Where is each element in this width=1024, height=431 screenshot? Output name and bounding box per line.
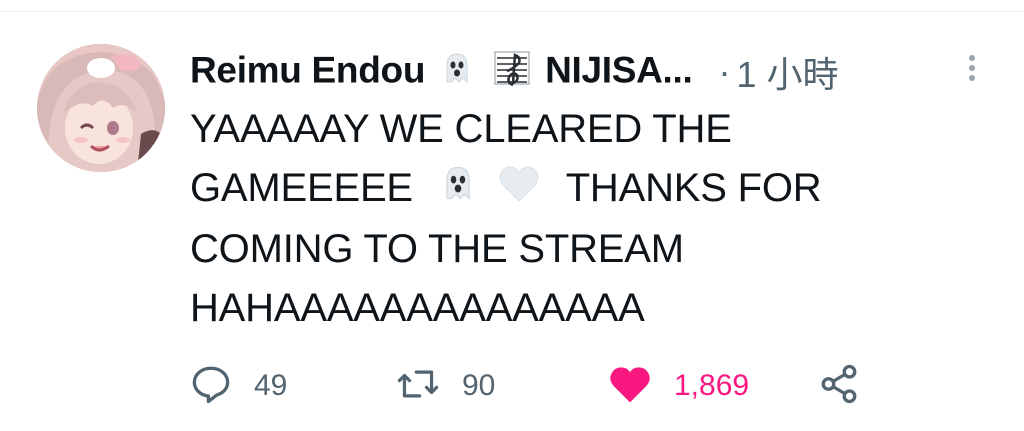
separator-dot: · [718, 51, 731, 92]
avatar[interactable] [37, 44, 165, 172]
like-button[interactable]: 1,869 [608, 360, 749, 412]
heart-filled-icon [608, 363, 652, 410]
ghost-emoji-icon [438, 161, 478, 220]
retweet-button[interactable]: 90 [396, 360, 495, 412]
share-icon [818, 363, 860, 410]
author-name[interactable]: Reimu Endou NIJISA... [190, 49, 693, 96]
tweet-text-line: COMING TO THE STREAM [190, 226, 684, 271]
avatar-image [37, 44, 165, 172]
tweet-text: YAAAAAY WE CLEARED THE GAMEEEEE THANKS F… [190, 100, 990, 338]
tweet-text-line: HAHAAAAAAAAAAAAAA [190, 285, 645, 330]
like-count: 1,869 [674, 369, 750, 402]
author-name-suffix: NIJISA... [545, 48, 693, 90]
reply-count: 49 [254, 369, 288, 402]
tweet-text-segment: GAMEEEEE [190, 166, 413, 210]
tweet-text-segment: THANKS FOR [565, 166, 822, 210]
ghost-emoji-icon [439, 50, 475, 95]
tweet-text-line: GAMEEEEE THANKS FOR [190, 159, 990, 220]
reply-button[interactable]: 49 [190, 360, 287, 412]
tweet-text-line: YAAAAAY WE CLEARED THE [190, 107, 732, 151]
more-vertical-icon[interactable] [960, 52, 984, 86]
author-name-text: Reimu Endou [190, 48, 426, 90]
top-divider [0, 11, 1024, 12]
retweet-count: 90 [462, 369, 496, 402]
timestamp[interactable]: 1 小時 [737, 46, 839, 98]
white-heart-icon [497, 161, 541, 220]
tweet-actions: 49 90 1,869 [190, 360, 890, 412]
share-button[interactable] [818, 360, 860, 412]
tweet-header: Reimu Endou NIJISA... · 1 小時 [190, 44, 990, 100]
reply-icon [190, 363, 232, 410]
musical-score-icon [493, 49, 531, 96]
retweet-icon [396, 363, 440, 410]
